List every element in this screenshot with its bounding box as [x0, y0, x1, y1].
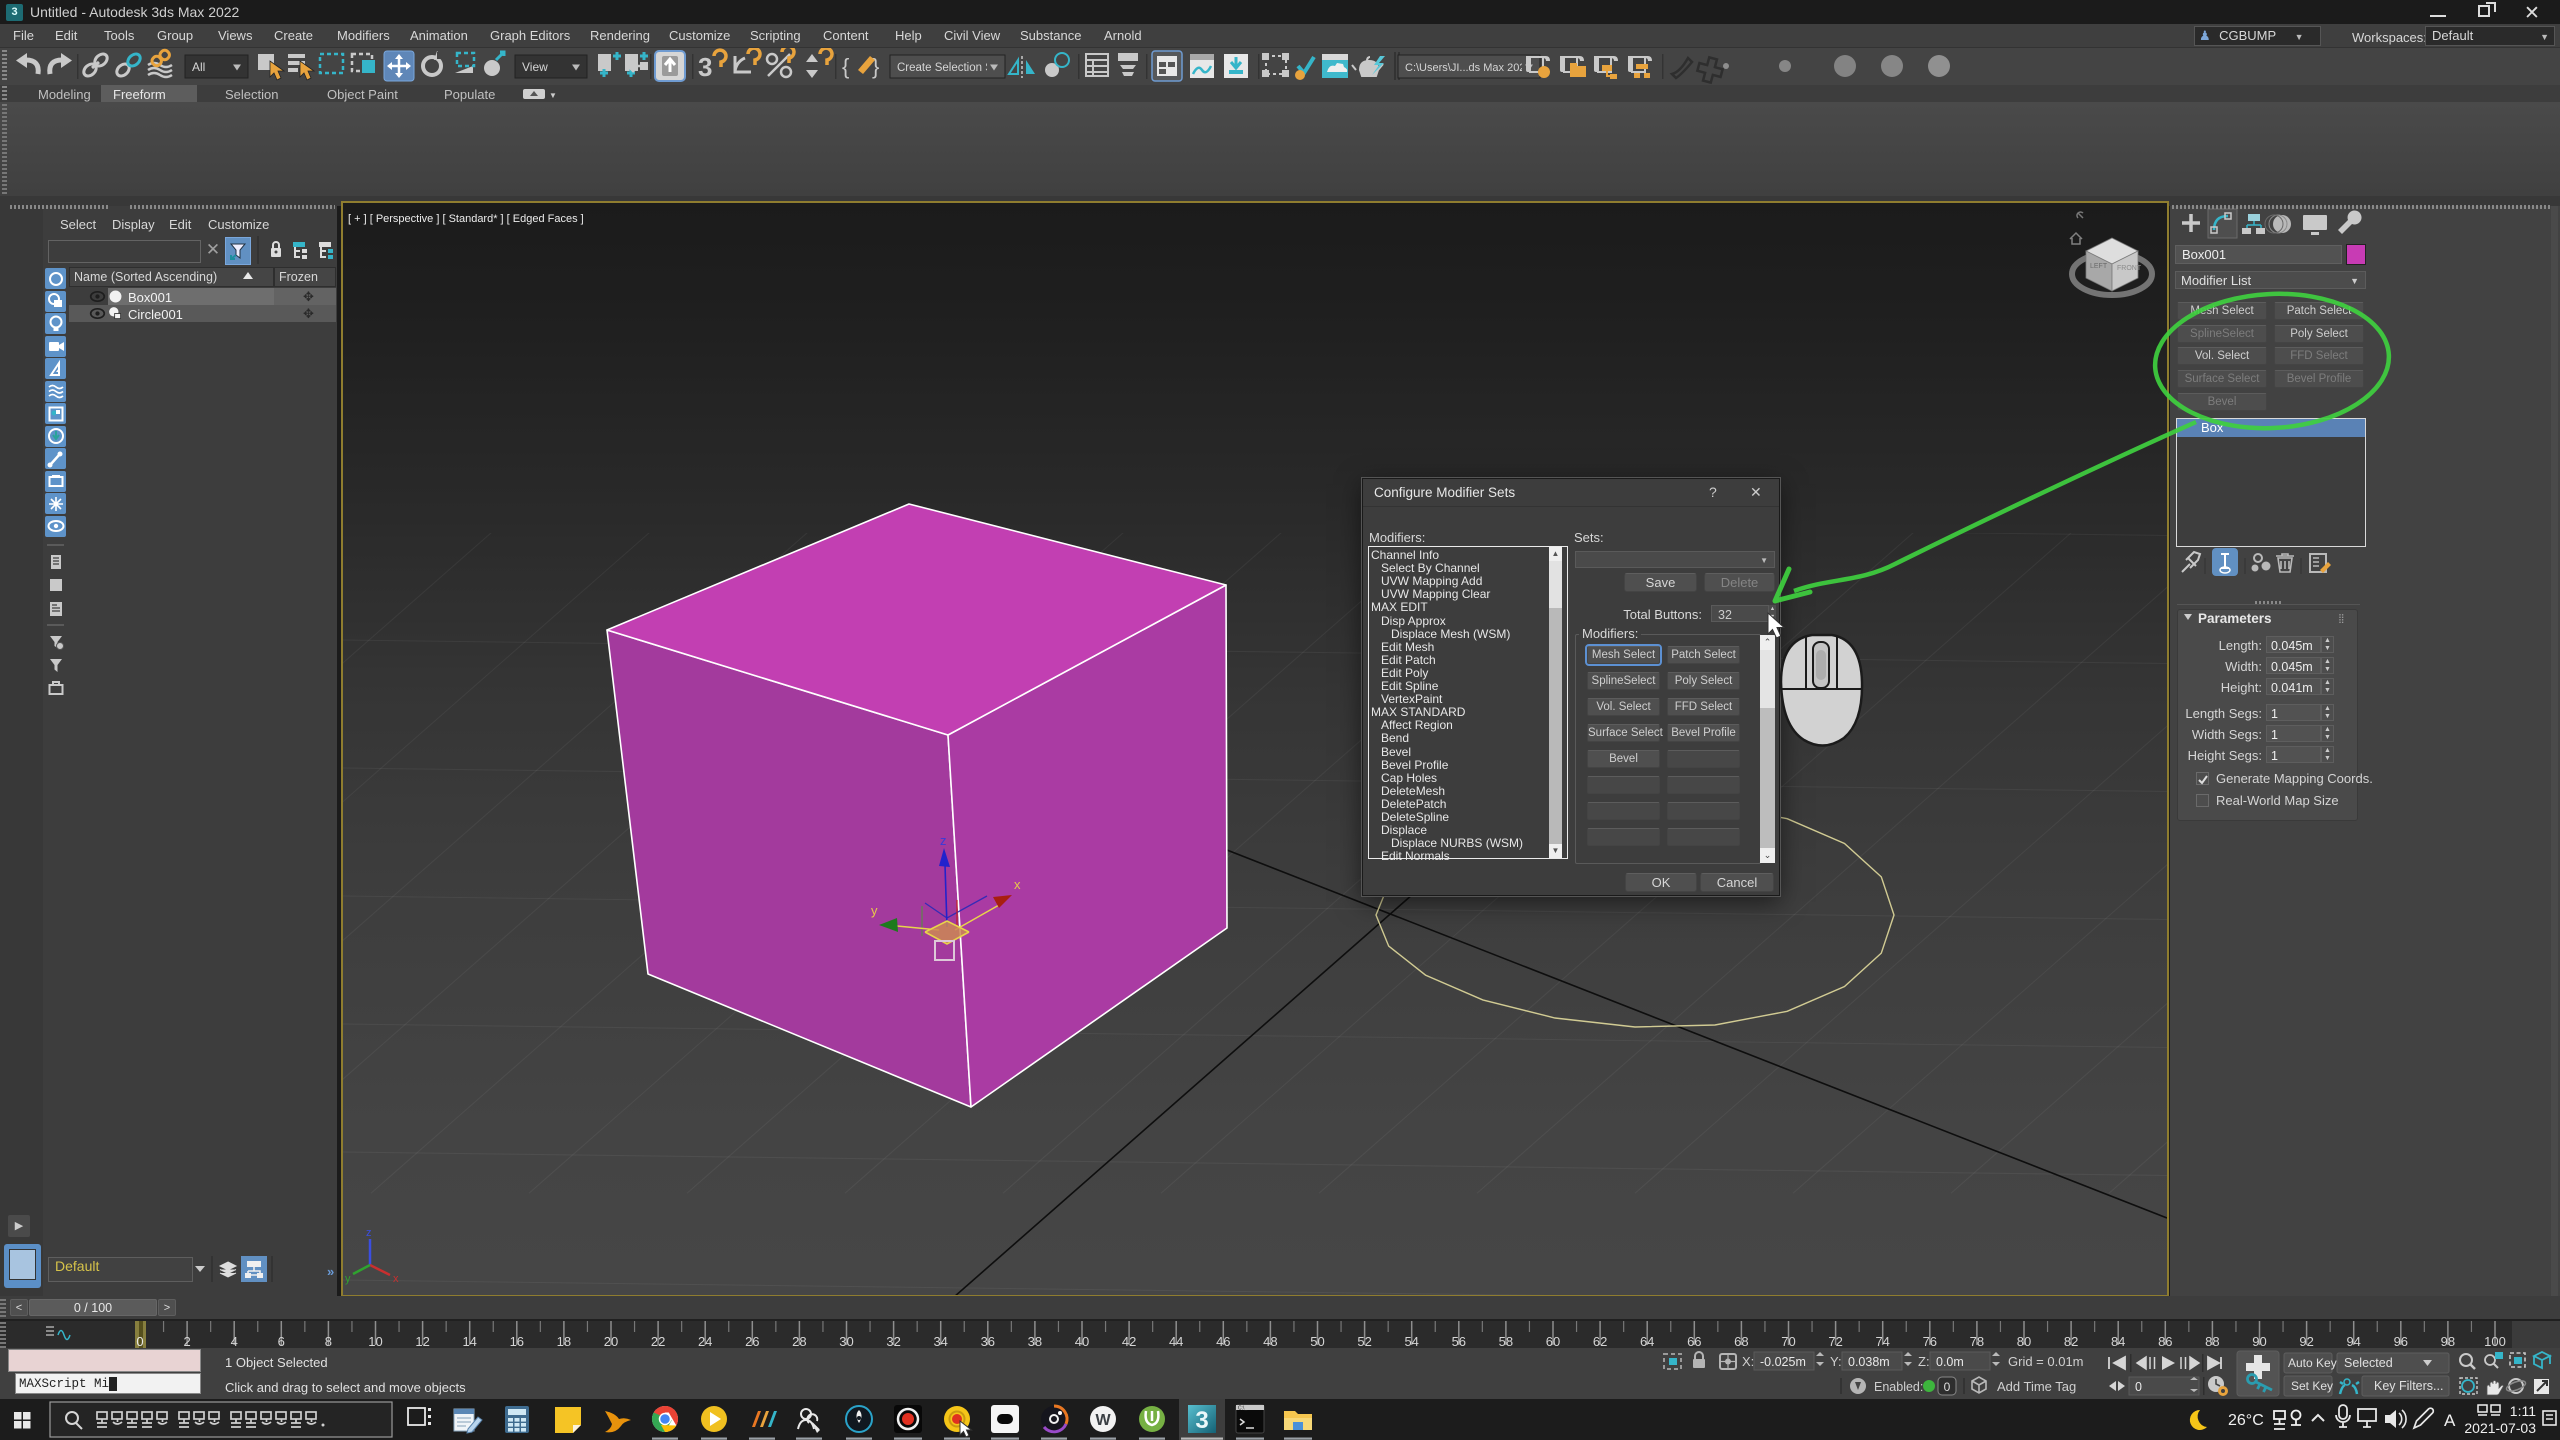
svg-text:x: x — [1014, 877, 1021, 892]
svg-text:z: z — [940, 833, 947, 848]
svg-text:Z:: Z: — [1918, 1354, 1930, 1369]
svg-text:y: y — [871, 903, 878, 918]
svg-text:20: 20 — [604, 1334, 618, 1348]
svg-text:66: 66 — [1687, 1334, 1701, 1348]
svg-text:6: 6 — [278, 1334, 285, 1348]
svg-text:X:: X: — [1742, 1354, 1754, 1369]
svg-text:98: 98 — [2441, 1334, 2455, 1348]
svg-text:Key Filters...: Key Filters... — [2374, 1379, 2443, 1393]
svg-text:3: 3 — [698, 52, 712, 82]
svg-text:44: 44 — [1169, 1334, 1183, 1348]
svg-text:12: 12 — [415, 1334, 429, 1348]
svg-text:0: 0 — [136, 1334, 143, 1348]
svg-text:3: 3 — [1195, 1407, 1208, 1434]
svg-text:42: 42 — [1122, 1334, 1136, 1348]
svg-text:74: 74 — [1875, 1334, 1889, 1348]
svg-text:FRONT: FRONT — [2117, 265, 2142, 272]
svg-text:90: 90 — [2252, 1334, 2266, 1348]
svg-text:84: 84 — [2111, 1334, 2125, 1348]
svg-text:y: y — [345, 1273, 351, 1285]
svg-text:86: 86 — [2158, 1334, 2172, 1348]
svg-text:16: 16 — [510, 1334, 524, 1348]
svg-text:0.038m: 0.038m — [1848, 1355, 1890, 1369]
svg-text:C:\Users\JI...ds Max 2022: C:\Users\JI...ds Max 2022 — [1405, 62, 1532, 74]
svg-text:34: 34 — [933, 1334, 947, 1348]
svg-text:8: 8 — [325, 1334, 332, 1348]
svg-text:0: 0 — [2135, 1380, 2142, 1394]
svg-text:62: 62 — [1593, 1334, 1607, 1348]
svg-text:2: 2 — [183, 1334, 190, 1348]
svg-text:96: 96 — [2394, 1334, 2408, 1348]
svg-text:Selected: Selected — [2344, 1356, 2393, 1370]
svg-text:Add Time Tag: Add Time Tag — [1997, 1379, 2076, 1394]
svg-text:18: 18 — [557, 1334, 571, 1348]
svg-text:78: 78 — [1970, 1334, 1984, 1348]
svg-text:26°C: 26°C — [2228, 1412, 2264, 1429]
svg-text:46: 46 — [1216, 1334, 1230, 1348]
svg-text:54: 54 — [1404, 1334, 1418, 1348]
svg-text:100: 100 — [2484, 1334, 2506, 1348]
svg-text:LEFT: LEFT — [2090, 263, 2108, 270]
svg-text:64: 64 — [1640, 1334, 1654, 1348]
svg-text:Y:: Y: — [1830, 1354, 1842, 1369]
svg-text:36: 36 — [981, 1334, 995, 1348]
svg-text:70: 70 — [1781, 1334, 1795, 1348]
svg-text:50: 50 — [1310, 1334, 1324, 1348]
svg-text:A: A — [2444, 1411, 2456, 1430]
svg-text:58: 58 — [1499, 1334, 1513, 1348]
svg-text:10: 10 — [368, 1334, 382, 1348]
svg-text:88: 88 — [2205, 1334, 2219, 1348]
svg-text:14: 14 — [462, 1334, 476, 1348]
svg-text:0.0m: 0.0m — [1936, 1355, 1964, 1369]
svg-text:C:\_: C:\_ — [1238, 1406, 1247, 1412]
svg-text:Auto Key: Auto Key — [2288, 1356, 2337, 1370]
svg-text:38: 38 — [1028, 1334, 1042, 1348]
svg-text:0: 0 — [1944, 1380, 1951, 1394]
svg-text:30: 30 — [839, 1334, 853, 1348]
svg-text:22: 22 — [651, 1334, 665, 1348]
svg-text:48: 48 — [1263, 1334, 1277, 1348]
svg-text:32: 32 — [886, 1334, 900, 1348]
svg-text:94: 94 — [2346, 1334, 2360, 1348]
svg-text:28: 28 — [792, 1334, 806, 1348]
svg-text:}: } — [872, 54, 879, 79]
svg-text:68: 68 — [1734, 1334, 1748, 1348]
svg-text:80: 80 — [2017, 1334, 2031, 1348]
svg-text:z: z — [366, 1227, 372, 1239]
svg-text:[ + ] [ Perspective ] [ Standa: [ + ] [ Perspective ] [ Standard* ] [ Ed… — [348, 213, 584, 225]
svg-text:1:11: 1:11 — [2510, 1403, 2536, 1419]
svg-text:Set Key: Set Key — [2291, 1379, 2333, 1393]
svg-text:76: 76 — [1923, 1334, 1937, 1348]
svg-text:4: 4 — [231, 1334, 238, 1348]
svg-text:All: All — [192, 60, 205, 74]
svg-text:x: x — [393, 1273, 399, 1285]
svg-text:24: 24 — [698, 1334, 712, 1348]
svg-text:-0.025m: -0.025m — [1760, 1355, 1806, 1369]
svg-text:W: W — [1095, 1412, 1111, 1429]
svg-text:56: 56 — [1452, 1334, 1466, 1348]
svg-text:82: 82 — [2064, 1334, 2078, 1348]
svg-text:52: 52 — [1357, 1334, 1371, 1348]
svg-text:Enabled:: Enabled: — [1874, 1380, 1923, 1394]
svg-text:72: 72 — [1828, 1334, 1842, 1348]
svg-text:92: 92 — [2299, 1334, 2313, 1348]
svg-text:2021-07-03: 2021-07-03 — [2464, 1420, 2536, 1436]
svg-text:40: 40 — [1075, 1334, 1089, 1348]
svg-text:26: 26 — [745, 1334, 759, 1348]
svg-text:Grid = 0.01m: Grid = 0.01m — [2008, 1354, 2084, 1369]
svg-text:{: { — [842, 54, 849, 79]
svg-text:60: 60 — [1546, 1334, 1560, 1348]
svg-text:View: View — [522, 60, 548, 74]
